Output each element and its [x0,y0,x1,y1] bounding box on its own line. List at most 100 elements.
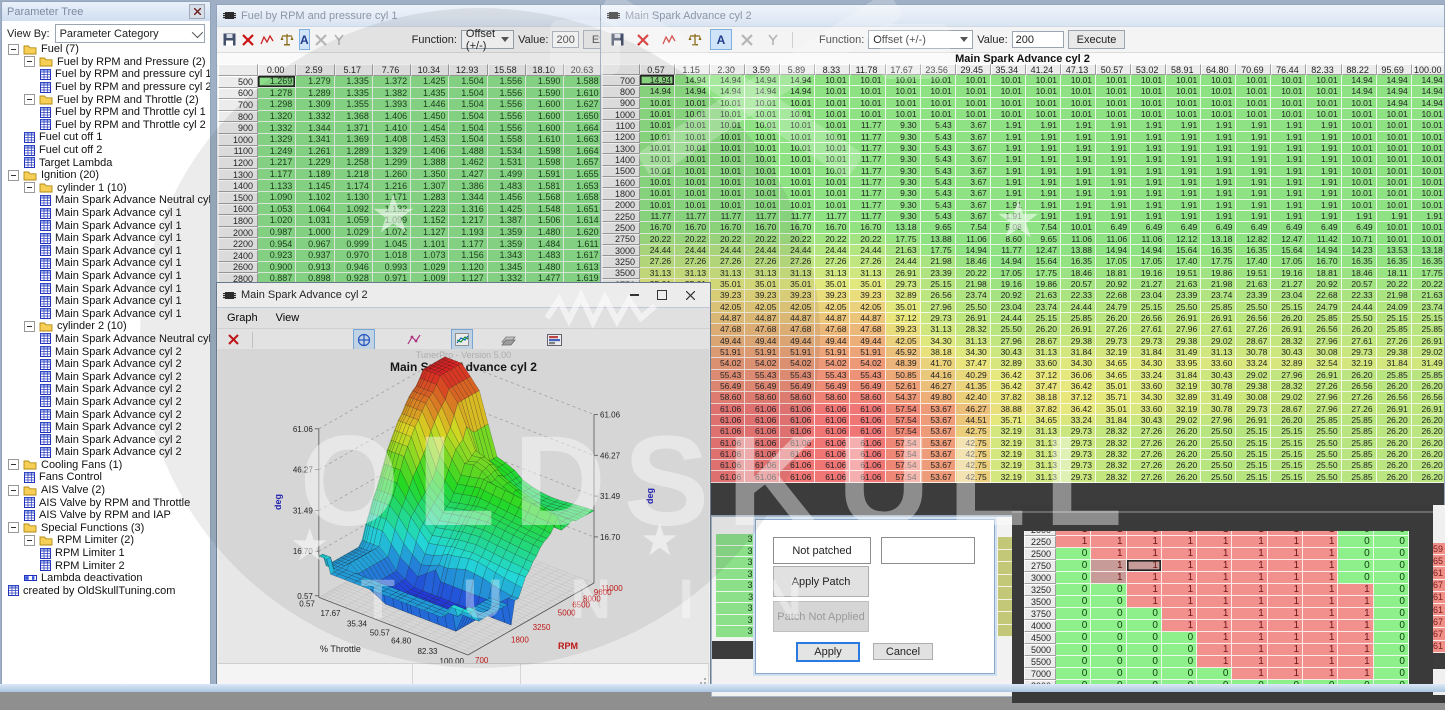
close-graph-icon[interactable] [222,329,244,350]
table-cell[interactable]: 1.91 [991,154,1026,165]
table-cell[interactable]: 1 [1338,668,1373,680]
table-cell[interactable]: 39.23 [815,290,850,301]
table-cell[interactable]: 61.06 [815,404,850,415]
table-cell[interactable]: 9.30 [886,132,921,143]
table-cell[interactable]: 61 [1433,604,1445,616]
table-cell[interactable]: 10.01 [640,188,675,199]
table-cell[interactable]: 25.15 [1236,438,1271,449]
table-cell[interactable]: 28.32 [1096,460,1131,471]
row-header[interactable]: 1100 [602,120,640,131]
table-cell[interactable]: 61.06 [850,404,885,415]
table-cell[interactable]: 11.77 [675,211,710,222]
table-cell[interactable]: 1.91 [1026,120,1061,131]
table-cell[interactable]: 21.63 [1236,279,1271,290]
table-cell[interactable]: 17.05 [1096,256,1131,267]
table-cell[interactable]: 26.20 [1377,471,1412,482]
table-cell[interactable]: 1.91 [1096,132,1131,143]
table-cell[interactable]: 1.91 [1096,188,1131,199]
table-cell[interactable]: 10.01 [1166,109,1201,120]
table-cell[interactable]: 1.91 [1236,143,1271,154]
table-cell[interactable]: 26.56 [1377,392,1412,403]
tree-item[interactable]: Main Spark Advance cyl 1 [2,219,210,232]
table-cell[interactable]: 57.54 [886,404,921,415]
table-cell[interactable]: 22.68 [1306,290,1341,301]
table-cell[interactable]: 27.26 [675,256,710,267]
table-cell[interactable]: 1 [1232,536,1267,548]
row-header[interactable]: 3250 [602,256,640,267]
spark-grid[interactable]: 0.571.152.303.595.898.3311.7817.6723.562… [602,64,1445,483]
table-cell[interactable]: 56.49 [815,381,850,392]
table-cell[interactable]: 10.01 [640,200,675,211]
table-cell[interactable]: 10.01 [640,143,675,154]
table-cell[interactable]: 1.91 [1061,177,1096,188]
table-cell[interactable]: 1.91 [1131,200,1166,211]
table-cell[interactable]: 25.15 [1271,302,1306,313]
table-cell[interactable]: 1.480 [526,262,564,274]
table-cell[interactable]: 27.26 [1131,438,1166,449]
tree-item[interactable]: Cooling Fans (1) [2,459,210,472]
table-cell[interactable]: 27.96 [1306,404,1341,415]
table-cell[interactable]: 16.70 [710,222,745,233]
table-cell[interactable]: 19.86 [1026,279,1061,290]
table-cell[interactable]: 36.42 [1061,404,1096,415]
table-cell[interactable]: 10.01 [1096,98,1131,109]
table-cell[interactable]: 1.91 [1271,211,1306,222]
function-select[interactable]: Offset (+/-) [868,30,973,49]
table-cell[interactable]: 61.06 [850,438,885,449]
apply-button[interactable]: Apply [796,642,860,662]
table-cell[interactable]: 33.60 [1201,358,1236,369]
table-cell[interactable]: 35.01 [1096,381,1131,392]
table-cell[interactable]: 14.94 [1096,245,1131,256]
table-cell[interactable]: 0 [1091,656,1126,668]
table-cell[interactable]: 1 [1127,560,1162,572]
table-cell[interactable]: 27.26 [1342,392,1377,403]
table-cell[interactable]: 1.425 [411,76,449,88]
table-cell[interactable]: 24.44 [991,313,1026,324]
table-cell[interactable]: 10.01 [1166,98,1201,109]
table-cell[interactable]: 30.43 [1201,370,1236,381]
table-cell[interactable]: 24.09 [1377,302,1412,313]
table-cell[interactable]: 1.613 [564,262,602,274]
tree-item[interactable]: AIS Valve by RPM and IAP [2,509,210,522]
table-cell[interactable]: 16.35 [1412,256,1445,267]
row-header[interactable]: 4500 [1024,632,1056,644]
table-cell[interactable]: 54.02 [815,358,850,369]
table-cell[interactable]: 28.32 [1271,336,1306,347]
table-cell[interactable]: 25.50 [1342,313,1377,324]
table-cell[interactable]: 1.91 [1026,177,1061,188]
table-cell[interactable]: 25.50 [1306,426,1341,437]
tree-item[interactable]: AIS Valve (2) [2,484,210,497]
table-cell[interactable]: 1.359 [488,227,526,239]
table-cell[interactable]: 17.05 [1271,256,1306,267]
table-cell[interactable]: 55.43 [745,370,780,381]
table-cell[interactable]: 55.43 [815,370,850,381]
table-cell[interactable]: 25.50 [1236,302,1271,313]
table-cell[interactable]: 35.01 [780,279,815,290]
table-cell[interactable]: 1 [1268,620,1303,632]
table-cell[interactable]: 10.01 [745,154,780,165]
table-cell[interactable]: 1.369 [335,134,373,146]
table-cell[interactable]: 23.39 [1166,290,1201,301]
table-cell[interactable]: 29.02 [1201,336,1236,347]
table-cell[interactable]: 20.22 [710,234,745,245]
table-cell[interactable]: 1.590 [526,88,564,100]
table-cell[interactable]: 0 [1162,632,1197,644]
table-cell[interactable]: 26.56 [1236,313,1271,324]
table-cell[interactable]: 10.01 [1131,86,1166,97]
column-header[interactable]: 0.57 [640,64,675,75]
table-cell[interactable]: 10.01 [1377,132,1412,143]
table-cell[interactable]: 16.35 [1201,245,1236,256]
table-cell[interactable]: 1.368 [335,111,373,123]
table-cell[interactable]: 5.43 [921,166,956,177]
table-cell[interactable]: 18.46 [1342,268,1377,279]
table-cell[interactable]: 10.01 [1096,109,1131,120]
column-header[interactable]: 5.89 [780,64,815,75]
table-cell[interactable]: 44.51 [956,415,991,426]
table-cell[interactable]: 61.06 [815,438,850,449]
table-cell[interactable]: 1.387 [488,215,526,227]
table-cell[interactable]: 10.01 [850,98,885,109]
table-cell[interactable]: 1.090 [258,192,296,204]
table-cell[interactable]: 61.06 [780,460,815,471]
table-cell[interactable]: 1 [1232,656,1267,668]
table-cell[interactable]: 6.49 [1342,222,1377,233]
